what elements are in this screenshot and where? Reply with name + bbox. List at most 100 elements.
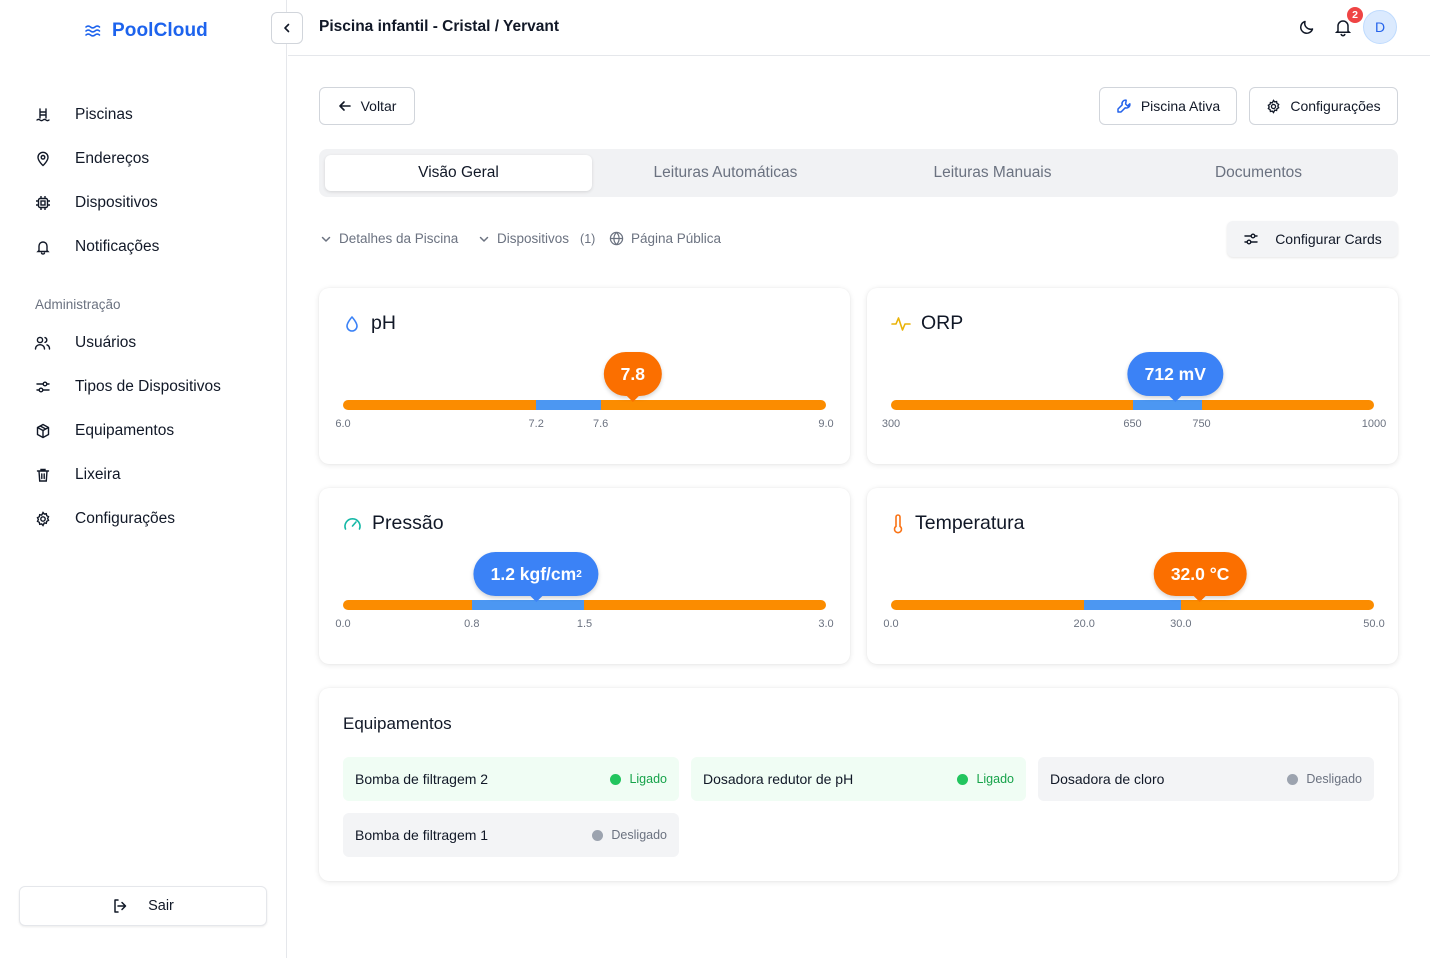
activity-icon — [891, 316, 911, 331]
pressure-title: Pressão — [372, 512, 444, 534]
equipment-item[interactable]: Dosadora de cloro Desligado — [1038, 757, 1374, 801]
ph-range-bar — [343, 400, 826, 410]
back-button[interactable]: Voltar — [319, 87, 415, 125]
devices-label: Dispositivos — [497, 231, 570, 246]
equipment-name: Bomba de filtragem 1 — [355, 827, 489, 843]
equipment-item[interactable]: Bomba de filtragem 2 Ligado — [343, 757, 679, 801]
pool-active-label: Piscina Ativa — [1140, 98, 1221, 114]
map-pin-icon — [34, 151, 51, 168]
ph-tick-label: 9.0 — [818, 418, 834, 430]
chip-icon — [34, 195, 51, 212]
sidebar-item-label: Lixeira — [75, 466, 121, 483]
pressure-range-bar — [343, 600, 826, 610]
sidebar-item-equipamentos[interactable]: Equipamentos — [34, 420, 174, 442]
ph-tick-label: 7.2 — [528, 418, 544, 430]
equipment-status: Ligado — [610, 757, 667, 801]
orp-value-bubble: 712 mV — [1127, 352, 1223, 402]
status-label: Ligado — [976, 772, 1014, 786]
card-title: Temperatura — [891, 512, 1024, 535]
logout-button[interactable]: Sair — [19, 886, 267, 926]
sidebar-item-notificacoes[interactable]: Notificações — [34, 236, 159, 258]
orp-card: ORP 300 650 750 1000 712 mV — [867, 288, 1398, 464]
sidebar-item-label: Piscinas — [75, 106, 133, 123]
card-title: Pressão — [343, 512, 444, 535]
card-title: pH — [343, 312, 396, 335]
temperature-ok-range — [1084, 600, 1181, 610]
ph-tick-label: 6.0 — [335, 418, 351, 430]
public-page-link[interactable]: Página Pública — [609, 231, 721, 246]
admin-section-label: Administração — [35, 297, 121, 312]
tab-leituras-automaticas[interactable]: Leituras Automáticas — [592, 155, 859, 191]
equipment-name: Dosadora redutor de pH — [703, 771, 854, 787]
status-label: Desligado — [611, 828, 667, 842]
sidebar-item-label: Notificações — [75, 238, 160, 255]
status-dot — [610, 773, 622, 785]
orp-ok-range — [1132, 400, 1202, 410]
pressure-tick-label: 0.0 — [335, 618, 351, 630]
sidebar-item-configuracoes[interactable]: Configurações — [34, 508, 175, 530]
settings-button[interactable]: Configurações — [1249, 87, 1398, 125]
chevron-left-icon — [284, 23, 290, 33]
pool-details-label: Detalhes da Piscina — [339, 231, 459, 246]
chevron-down-icon — [479, 236, 489, 242]
chevron-down-icon — [321, 236, 331, 242]
gear-icon — [1267, 98, 1280, 114]
sidebar-item-tipos-dispositivos[interactable]: Tipos de Dispositivos — [34, 376, 221, 398]
gear-icon — [34, 511, 51, 528]
waves-icon — [85, 25, 101, 37]
globe-icon — [609, 231, 624, 246]
brand-logo[interactable]: PoolCloud — [84, 20, 208, 42]
trash-icon — [34, 467, 51, 484]
pressure-tick-label: 3.0 — [818, 618, 834, 630]
temperature-tick-label: 50.0 — [1363, 618, 1385, 630]
equipment-item[interactable]: Bomba de filtragem 1 Desligado — [343, 813, 679, 857]
equipment-card: Equipamentos Bomba de filtragem 2 Ligado… — [319, 688, 1398, 881]
sidebar-item-label: Tipos de Dispositivos — [75, 378, 221, 395]
sidebar-item-lixeira[interactable]: Lixeira — [34, 464, 121, 486]
tab-leituras-manuais[interactable]: Leituras Manuais — [859, 155, 1126, 191]
temperature-title: Temperatura — [915, 512, 1025, 534]
droplet-icon — [346, 315, 358, 332]
bell-icon — [34, 239, 51, 256]
sliders-icon — [1244, 233, 1258, 245]
sidebar-item-piscinas[interactable]: Piscinas — [34, 104, 133, 126]
status-dot — [1287, 773, 1299, 785]
avatar[interactable]: D — [1363, 10, 1397, 44]
ph-ok-range — [536, 400, 601, 410]
public-page-label: Página Pública — [631, 231, 722, 246]
pool-details-toggle[interactable]: Detalhes da Piscina — [320, 231, 458, 246]
pressure-ok-range — [471, 600, 585, 610]
sidebar-item-usuarios[interactable]: Usuários — [34, 332, 136, 354]
sidebar-item-label: Equipamentos — [75, 422, 175, 439]
collapse-sidebar-button[interactable] — [271, 12, 303, 44]
orp-tick-label: 1000 — [1361, 418, 1387, 430]
status-label: Ligado — [629, 772, 667, 786]
equipment-name: Bomba de filtragem 2 — [355, 771, 489, 787]
equipment-item[interactable]: Dosadora redutor de pH Ligado — [691, 757, 1026, 801]
theme-toggle-button[interactable] — [1298, 18, 1316, 41]
configure-cards-button[interactable]: Configurar Cards — [1227, 221, 1398, 257]
card-title: ORP — [891, 312, 963, 335]
pool-active-button[interactable]: Piscina Ativa — [1099, 87, 1237, 125]
page-title: Piscina infantil - Cristal / Yervant — [319, 18, 560, 35]
tab-documentos[interactable]: Documentos — [1125, 155, 1392, 191]
wrench-icon — [1117, 99, 1131, 113]
notification-badge: 2 — [1347, 7, 1363, 23]
devices-count: (1) — [580, 231, 596, 246]
configure-cards-label: Configurar Cards — [1275, 231, 1382, 247]
orp-tick-label: 300 — [881, 418, 901, 430]
temperature-range-bar — [891, 600, 1374, 610]
pressure-tick-label: 0.8 — [464, 618, 480, 630]
brand-name: PoolCloud — [112, 20, 208, 41]
devices-toggle[interactable]: Dispositivos (1) — [478, 231, 595, 246]
sidebar-item-enderecos[interactable]: Endereços — [34, 148, 149, 170]
gauge-icon — [344, 517, 361, 530]
ph-title: pH — [371, 312, 396, 334]
top-header: Piscina infantil - Cristal / Yervant 2 D — [271, 0, 1430, 56]
tab-visao-geral[interactable]: Visão Geral — [325, 155, 592, 191]
sidebar-item-dispositivos[interactable]: Dispositivos — [34, 192, 158, 214]
temperature-tick-label: 30.0 — [1170, 618, 1192, 630]
app-root: PoolCloud Piscinas Endereços Dispositivo… — [0, 0, 1430, 958]
logout-icon — [114, 899, 127, 913]
moon-icon — [1300, 20, 1314, 34]
